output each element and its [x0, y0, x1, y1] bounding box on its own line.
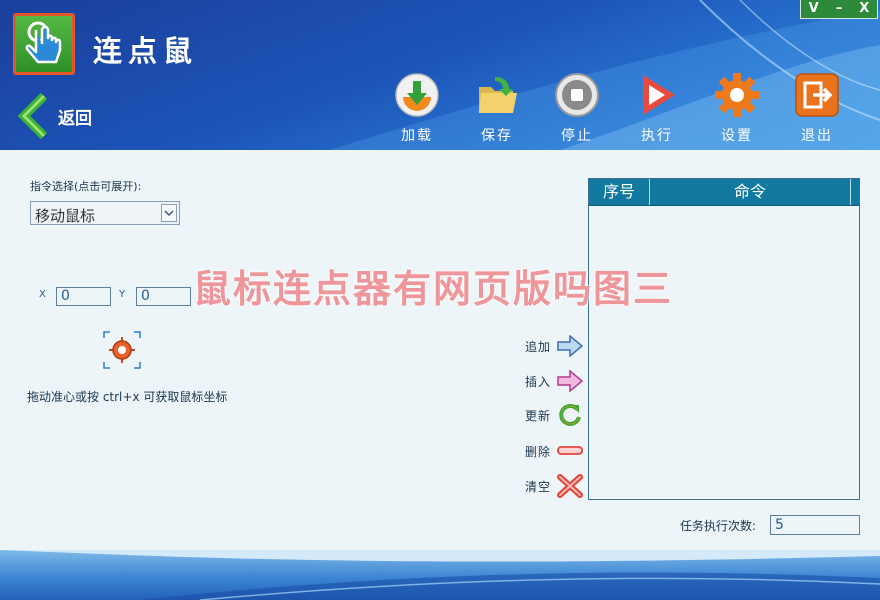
header-bar: 连点鼠 V – X 返回 加载 保存 停止 执行 设置 退出 — [0, 0, 880, 150]
insert-button[interactable]: 插入 — [525, 368, 583, 394]
window-menu-button[interactable]: V — [801, 0, 826, 18]
arrow-right-pink-icon — [557, 370, 583, 392]
watermark-text: 鼠标连点器有网页版吗图三 — [193, 267, 674, 311]
stop-button[interactable]: 停止 — [547, 71, 607, 144]
back-label: 返回 — [58, 108, 92, 129]
delete-button[interactable]: 删除 — [525, 438, 583, 464]
column-header-command[interactable]: 命令 — [650, 179, 851, 205]
stop-label: 停止 — [561, 128, 593, 144]
x-coord-label: X — [39, 289, 46, 300]
delete-label: 删除 — [525, 444, 552, 459]
window-close-button[interactable]: X — [852, 0, 877, 18]
x-coord-input[interactable]: 0 — [56, 287, 111, 306]
run-label: 执行 — [641, 128, 673, 144]
command-select[interactable]: 移动鼠标 — [30, 201, 180, 225]
load-button[interactable]: 加载 — [387, 71, 447, 144]
folder-save-icon — [479, 77, 517, 113]
update-button[interactable]: 更新 — [525, 402, 583, 428]
column-header-seq[interactable]: 序号 — [589, 179, 650, 205]
exit-icon — [795, 73, 839, 117]
hand-pointer-icon — [25, 21, 62, 64]
download-icon — [395, 73, 439, 117]
insert-label: 插入 — [525, 374, 552, 389]
command-list[interactable]: 序号 命令 — [588, 178, 860, 500]
exit-label: 退出 — [801, 128, 833, 144]
crosshair-icon[interactable] — [103, 331, 141, 369]
refresh-icon — [559, 403, 581, 426]
stop-icon — [555, 73, 599, 117]
clear-button[interactable]: 清空 — [525, 473, 583, 499]
footer-swoosh-decoration — [0, 550, 880, 600]
back-button[interactable]: 返回 — [18, 92, 92, 140]
arrow-right-blue-icon — [557, 335, 583, 357]
update-label: 更新 — [525, 408, 552, 423]
load-label: 加载 — [401, 128, 433, 144]
coordinate-hint: 拖动准心或按 ctrl+x 可获取鼠标坐标 — [27, 390, 228, 404]
save-label: 保存 — [481, 128, 513, 144]
settings-button[interactable]: 设置 — [707, 71, 767, 144]
save-button[interactable]: 保存 — [467, 71, 527, 144]
settings-label: 设置 — [721, 128, 753, 144]
append-label: 追加 — [525, 339, 552, 354]
command-select-label: 指令选择(点击可展开): — [30, 180, 142, 193]
command-select-value: 移动鼠标 — [35, 207, 96, 225]
run-button[interactable]: 执行 — [627, 71, 687, 144]
chevron-down-icon[interactable] — [161, 204, 177, 222]
gear-icon — [715, 73, 759, 117]
window-minimize-button[interactable]: – — [826, 0, 851, 18]
main-panel: 指令选择(点击可展开): 移动鼠标 X 0 Y 0 拖动准心或按 ctrl+x … — [0, 150, 880, 550]
clear-x-icon — [557, 474, 583, 498]
app-title: 连点鼠 — [93, 34, 199, 68]
exit-button[interactable]: 退出 — [787, 71, 847, 144]
task-times-label: 任务执行次数: — [680, 519, 757, 533]
y-coord-input[interactable]: 0 — [136, 287, 191, 306]
y-coord-label: Y — [119, 289, 126, 300]
command-list-header: 序号 命令 — [589, 179, 859, 206]
append-button[interactable]: 追加 — [525, 333, 583, 359]
play-icon — [643, 75, 675, 115]
back-arrow-icon — [18, 92, 48, 140]
clear-label: 清空 — [525, 479, 552, 494]
minus-icon — [557, 446, 583, 455]
task-times-input[interactable]: 5 — [770, 515, 860, 535]
footer-bar — [0, 550, 880, 600]
app-logo — [13, 13, 75, 75]
window-controls: V – X — [800, 0, 878, 19]
